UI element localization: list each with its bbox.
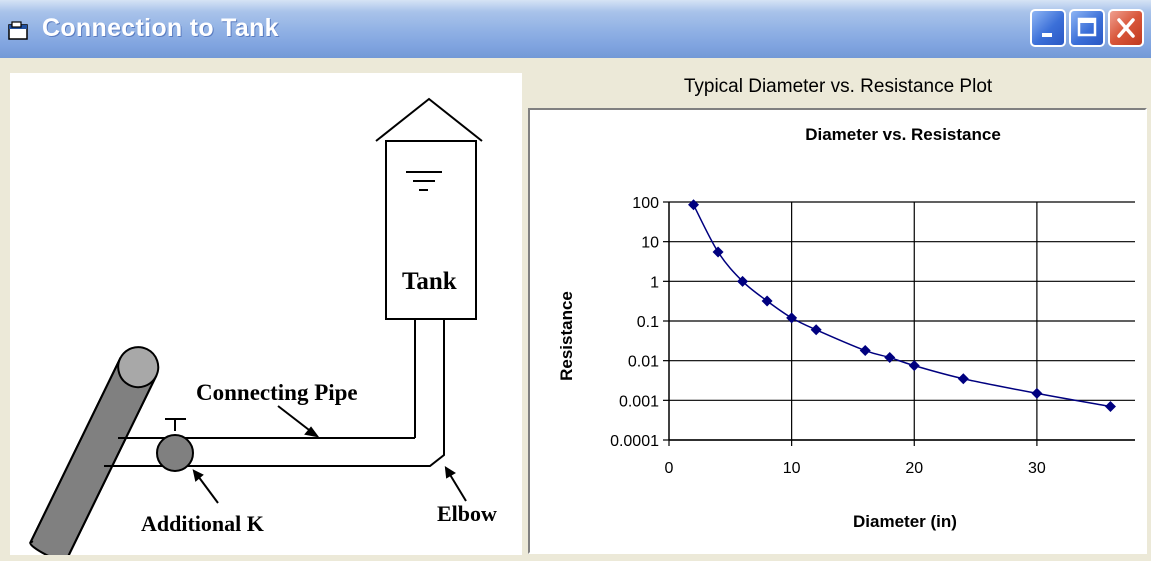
y-tick-label: 10	[641, 235, 659, 252]
y-tick-label: 100	[632, 195, 659, 212]
data-point-marker	[859, 345, 871, 357]
maximize-icon	[1077, 17, 1097, 37]
y-tick-label: 0.0001	[610, 433, 659, 450]
x-tick-label: 30	[1028, 460, 1046, 477]
close-icon	[1117, 18, 1135, 38]
data-point-marker	[1031, 387, 1043, 399]
window-app-icon	[8, 21, 28, 40]
data-point-marker	[810, 324, 822, 336]
data-point-marker	[786, 312, 798, 324]
connection-diagram: Tank Connecting Pipe Additional K Elbow	[10, 73, 522, 561]
y-tick-label: 0.1	[637, 314, 659, 331]
minimize-button[interactable]	[1030, 9, 1066, 47]
y-tick-label: 0.01	[628, 354, 659, 371]
x-tick-label: 10	[783, 460, 801, 477]
elbow-arrow	[444, 466, 467, 502]
data-point-marker	[1104, 400, 1116, 412]
additional-k-label: Additional K	[141, 511, 264, 536]
x-tick-label: 20	[905, 460, 923, 477]
chart-frame: Diameter vs. Resistance Resistance Diame…	[528, 108, 1147, 554]
chart-panel-caption: Typical Diameter vs. Resistance Plot	[683, 76, 993, 97]
window-title: Connection to Tank	[42, 14, 279, 42]
valve-icon	[156, 434, 194, 472]
chart-ylabel: Resistance	[557, 291, 576, 381]
data-point-marker	[688, 199, 700, 211]
data-point-marker	[884, 352, 896, 364]
data-point-marker	[908, 360, 920, 372]
data-point-marker	[761, 295, 773, 307]
data-point-marker	[957, 373, 969, 385]
series-line	[692, 204, 1111, 408]
y-tick-label: 0.001	[619, 393, 659, 410]
close-button[interactable]	[1108, 9, 1144, 47]
connection-diagram-drawing: Tank Connecting Pipe Additional K Elbow	[29, 97, 497, 561]
chart-title: Diameter vs. Resistance	[805, 125, 1001, 144]
chart-xlabel: Diameter (in)	[853, 512, 957, 531]
x-tick-label: 0	[665, 460, 674, 477]
tank-label: Tank	[402, 268, 457, 295]
data-point-marker	[712, 246, 724, 258]
elbow-label: Elbow	[437, 501, 497, 526]
minimize-icon	[1042, 33, 1052, 37]
additional-k-arrow	[192, 469, 219, 504]
maximize-button[interactable]	[1069, 9, 1105, 47]
y-tick-label: 1	[650, 274, 659, 291]
connecting-pipe-label: Connecting Pipe	[196, 380, 358, 405]
tank-roof	[375, 97, 483, 142]
title-bar: Connection to Tank	[0, 0, 1151, 58]
connecting-pipe-arrow	[277, 405, 320, 438]
diameter-resistance-chart: Diameter vs. Resistance Resistance Diame…	[557, 125, 1135, 531]
